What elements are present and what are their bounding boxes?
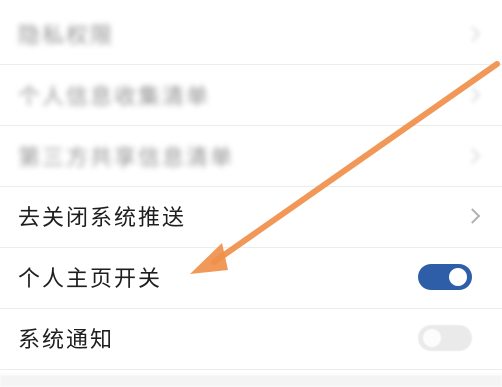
- toggle-knob: [449, 268, 467, 286]
- system-notification-toggle[interactable]: [418, 325, 472, 351]
- profile-page-toggle[interactable]: [418, 264, 472, 290]
- settings-item-label: 个人主页开关: [18, 267, 163, 292]
- settings-row-system-notification: 系统通知: [0, 308, 502, 368]
- settings-list: 隐私权限 个人信息收集清单 第三方共享信息清单 去关闭系统推送 个人主页开关 系…: [0, 0, 502, 387]
- chevron-right-icon: [464, 87, 481, 103]
- settings-item-label: 个人信息收集清单: [18, 85, 211, 110]
- chevron-right-icon: [464, 208, 481, 224]
- settings-item-label: 系统通知: [18, 328, 115, 353]
- settings-row-system-push[interactable]: 去关闭系统推送: [0, 186, 502, 246]
- chevron-right-icon: [464, 26, 481, 42]
- next-row-partial: [0, 375, 502, 387]
- settings-row-personal-info-list[interactable]: 个人信息收集清单: [0, 65, 502, 125]
- toggle-knob: [423, 329, 441, 347]
- chevron-right-icon: [464, 148, 481, 164]
- divider: [0, 369, 502, 370]
- settings-row-privacy[interactable]: 隐私权限: [0, 4, 502, 64]
- settings-item-label: 第三方共享信息清单: [18, 146, 235, 171]
- settings-item-label: 隐私权限: [18, 24, 115, 49]
- settings-row-third-party-list[interactable]: 第三方共享信息清单: [0, 126, 502, 186]
- settings-row-profile-page: 个人主页开关: [0, 247, 502, 307]
- settings-item-label: 去关闭系统推送: [18, 206, 187, 231]
